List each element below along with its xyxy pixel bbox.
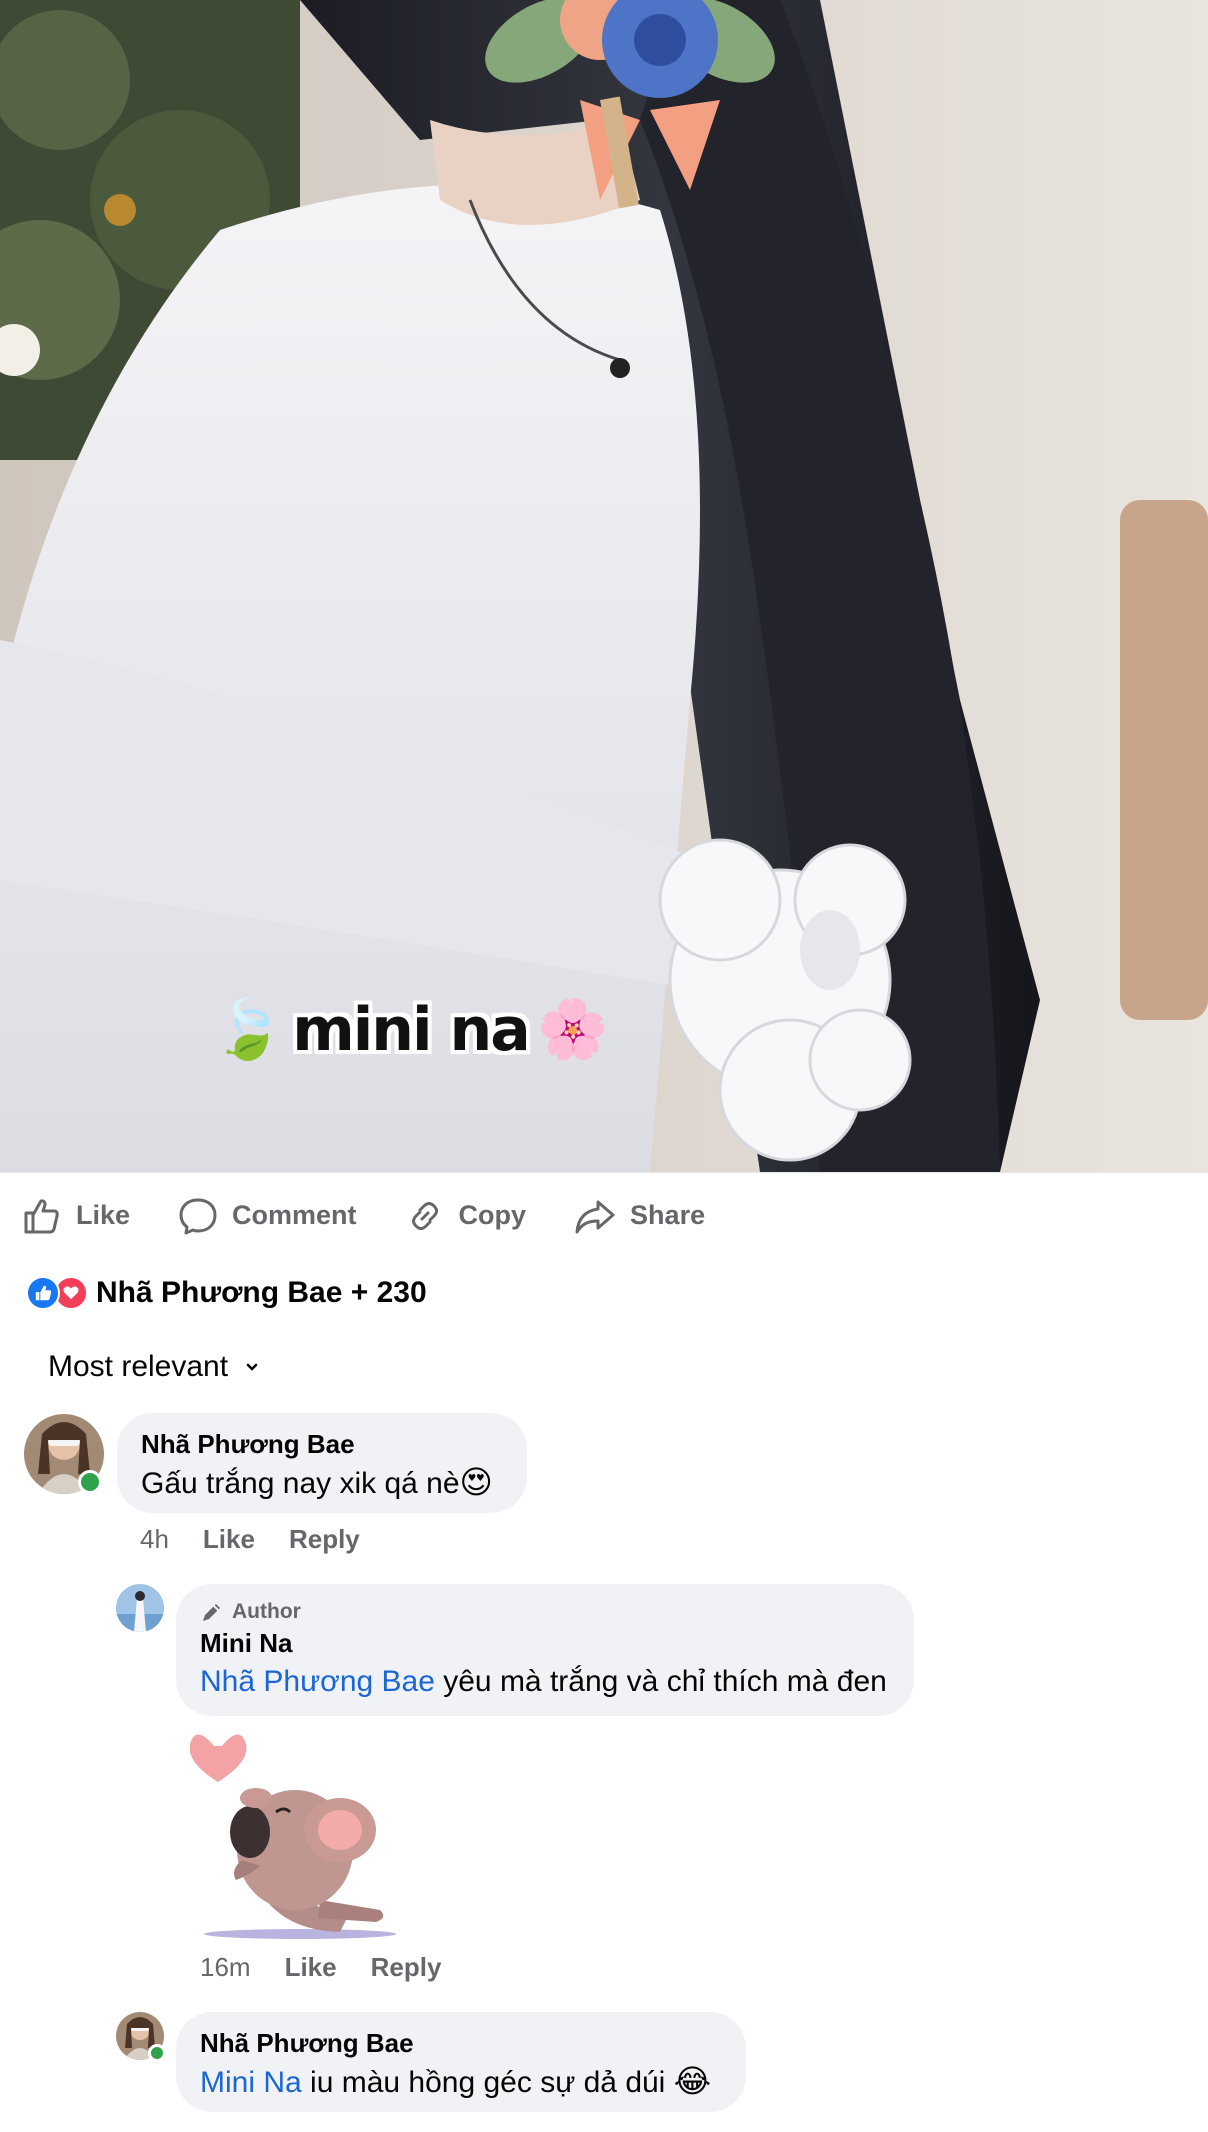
reactions-summary[interactable]: Nhã Phương Bae + 230 (26, 1276, 427, 1310)
reactions-summary-text: Nhã Phương Bae + 230 (96, 1276, 427, 1309)
chevron-down-icon (246, 1363, 258, 1371)
comment-text: Mini Na iu màu hồng géc sự dả dúi 😂 (200, 2065, 722, 2100)
like-button[interactable]: Like (22, 1196, 130, 1236)
copy-label: Copy (458, 1200, 527, 1230)
comment-reply-link[interactable]: Reply (289, 1524, 360, 1555)
reply-meta: 16m Like Reply (200, 1952, 441, 1983)
share-button[interactable]: Share (574, 1196, 705, 1236)
photo-caption: 🍃 mini na 🌸 (212, 990, 609, 1070)
post-photo[interactable]: 🍃 mini na 🌸 (0, 0, 1208, 1172)
mention-link[interactable]: Mini Na (200, 2066, 302, 2099)
reply-like-link[interactable]: Like (285, 1952, 337, 1983)
online-status-dot (78, 1470, 102, 1494)
share-arrow-icon (575, 1200, 615, 1233)
koala-sticker[interactable] (189, 1720, 402, 1940)
flower-emoji: 🌸 (536, 997, 609, 1062)
link-icon (411, 1201, 438, 1230)
reply-bubble[interactable]: Author Mini Na Nhã Phương Bae yêu mà trắ… (176, 1584, 914, 1716)
comment-bubble[interactable]: Nhã Phương Bae Gấu trắng nay xik qá nè😍 (117, 1413, 527, 1513)
comment-body: Gấu trắng nay xik qá nè (141, 1467, 460, 1500)
comment-text: Nhã Phương Bae yêu mà trắng và chỉ thích… (200, 1665, 890, 1699)
reply-bubble[interactable]: Nhã Phương Bae Mini Na iu màu hồng géc s… (176, 2012, 746, 2112)
sort-label: Most relevant (48, 1350, 229, 1383)
leaf-emoji: 🍃 (212, 997, 285, 1062)
author-badge-label: Author (232, 1600, 301, 1623)
laughing-emoji: 😂 (673, 2063, 712, 2099)
reply-reply-link[interactable]: Reply (371, 1952, 442, 1983)
like-label: Like (76, 1200, 131, 1230)
comment-time: 4h (140, 1524, 169, 1554)
pen-icon (203, 1604, 220, 1621)
comment-sort-dropdown[interactable]: Most relevant (48, 1350, 260, 1384)
comment-like-link[interactable]: Like (203, 1524, 255, 1555)
heart-eyes-emoji: 😍 (459, 1464, 493, 1500)
comment-button[interactable]: Comment (178, 1196, 357, 1236)
caption-text: mini na (292, 995, 530, 1065)
comment-author[interactable]: Nhã Phương Bae (200, 2028, 722, 2059)
comment-body: yêu mà trắng và chỉ thích mà đen (434, 1665, 887, 1698)
comment-text: Gấu trắng nay xik qá nè😍 (141, 1466, 503, 1501)
like-reaction-icon (26, 1276, 60, 1310)
share-label: Share (630, 1200, 706, 1230)
comment-author[interactable]: Mini Na (200, 1628, 890, 1659)
comment-meta: 4h Like Reply (140, 1524, 360, 1555)
mention-link[interactable]: Nhã Phương Bae (200, 1665, 435, 1698)
thumbs-up-icon (24, 1198, 59, 1233)
reply-time: 16m (200, 1952, 251, 1982)
comment-label: Comment (232, 1200, 357, 1230)
post-action-bar: Like Comment Copy Share (0, 1172, 1208, 1258)
comment-author[interactable]: Nhã Phương Bae (141, 1429, 503, 1460)
author-badge: Author (200, 1600, 890, 1624)
comment-body: iu màu hồng géc sự dả dúi (301, 2066, 674, 2099)
online-status-dot (148, 2044, 166, 2062)
comment-bubble-icon (179, 1198, 217, 1234)
avatar[interactable] (116, 1584, 164, 1632)
copy-link-button[interactable]: Copy (405, 1196, 527, 1236)
